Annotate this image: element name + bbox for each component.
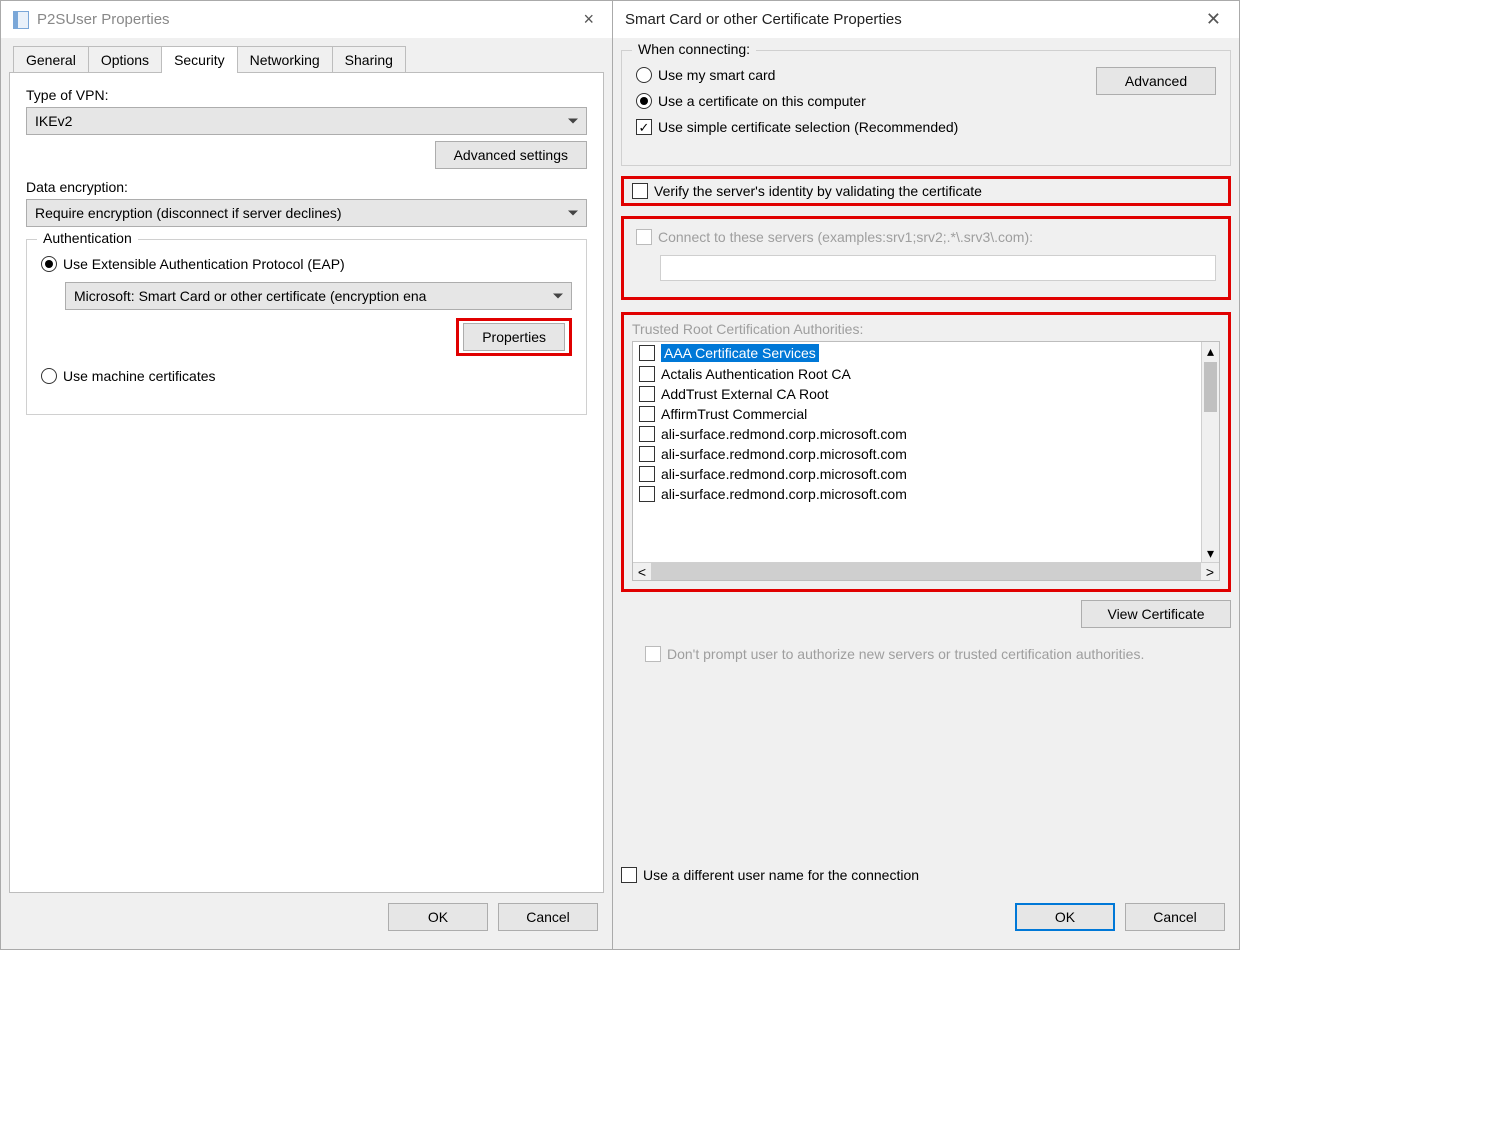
eap-method-select[interactable]: Microsoft: Smart Card or other certifica… xyxy=(65,282,572,310)
scrollbar-vertical[interactable]: ▴ ▾ xyxy=(1201,342,1219,562)
simple-selection-label: Use simple certificate selection (Recomm… xyxy=(658,119,958,135)
checkbox-verify-identity[interactable] xyxy=(632,183,648,199)
radio-machine-certificates[interactable] xyxy=(41,368,57,384)
list-item: ali-surface.redmond.corp.microsoft.com xyxy=(633,444,1219,464)
trusted-root-label: Trusted Root Certification Authorities: xyxy=(632,321,863,337)
vpn-type-label: Type of VPN: xyxy=(26,87,587,103)
connect-servers-label: Connect to these servers (examples:srv1;… xyxy=(658,229,1033,245)
advanced-settings-button[interactable]: Advanced settings xyxy=(435,141,587,169)
tab-general[interactable]: General xyxy=(13,46,89,73)
cancel-button[interactable]: Cancel xyxy=(498,903,598,931)
smart-card-label: Use my smart card xyxy=(658,67,775,83)
close-icon[interactable]: × xyxy=(577,9,600,30)
advanced-button[interactable]: Advanced xyxy=(1096,67,1216,95)
dont-prompt-label: Don't prompt user to authorize new serve… xyxy=(667,646,1144,662)
radio-use-certificate[interactable] xyxy=(636,93,652,109)
authentication-legend: Authentication xyxy=(37,230,138,246)
use-certificate-label: Use a certificate on this computer xyxy=(658,93,866,109)
window-title-right: Smart Card or other Certificate Properti… xyxy=(625,11,902,28)
when-connecting-legend: When connecting: xyxy=(632,41,756,57)
list-item: Actalis Authentication Root CA xyxy=(633,364,1219,384)
close-icon[interactable]: ✕ xyxy=(1200,9,1227,30)
view-certificate-button[interactable]: View Certificate xyxy=(1081,600,1231,628)
cancel-button[interactable]: Cancel xyxy=(1125,903,1225,931)
ok-button[interactable]: OK xyxy=(1015,903,1115,931)
checkbox-dont-prompt[interactable] xyxy=(645,646,661,662)
different-username-label: Use a different user name for the connec… xyxy=(643,867,919,883)
checkbox-different-username[interactable] xyxy=(621,867,637,883)
ok-button[interactable]: OK xyxy=(388,903,488,931)
tab-security[interactable]: Security xyxy=(161,46,238,73)
properties-button[interactable]: Properties xyxy=(463,323,565,351)
data-encryption-select[interactable]: Require encryption (disconnect if server… xyxy=(26,199,587,227)
trusted-root-listbox[interactable]: AAA Certificate Services Actalis Authent… xyxy=(632,341,1220,581)
chevron-down-icon xyxy=(568,211,578,216)
list-item: ali-surface.redmond.corp.microsoft.com xyxy=(633,424,1219,444)
machine-certs-label: Use machine certificates xyxy=(63,368,216,384)
window-title-left: P2SUser Properties xyxy=(37,11,170,28)
tab-options[interactable]: Options xyxy=(88,46,162,73)
radio-smart-card[interactable] xyxy=(636,67,652,83)
connect-servers-input[interactable] xyxy=(660,255,1216,281)
chevron-down-icon xyxy=(553,294,563,299)
chevron-down-icon xyxy=(568,119,578,124)
list-item: AddTrust External CA Root xyxy=(633,384,1219,404)
scroll-down-icon: ▾ xyxy=(1202,544,1219,562)
scrollbar-horizontal[interactable]: < > xyxy=(633,562,1219,580)
list-item: AAA Certificate Services xyxy=(633,342,1219,364)
list-item: AffirmTrust Commercial xyxy=(633,404,1219,424)
eap-label: Use Extensible Authentication Protocol (… xyxy=(63,256,345,272)
scroll-up-icon: ▴ xyxy=(1202,342,1219,360)
tab-networking[interactable]: Networking xyxy=(237,46,333,73)
checkbox-simple-selection[interactable] xyxy=(636,119,652,135)
checkbox-connect-servers[interactable] xyxy=(636,229,652,245)
scroll-left-icon: < xyxy=(633,563,651,580)
data-encryption-label: Data encryption: xyxy=(26,179,587,195)
vpn-type-select[interactable]: IKEv2 xyxy=(26,107,587,135)
list-item: ali-surface.redmond.corp.microsoft.com xyxy=(633,484,1219,504)
radio-use-eap[interactable] xyxy=(41,256,57,272)
tab-sharing[interactable]: Sharing xyxy=(332,46,406,73)
scroll-right-icon: > xyxy=(1201,563,1219,580)
verify-identity-label: Verify the server's identity by validati… xyxy=(654,183,982,199)
app-icon xyxy=(13,11,29,29)
list-item: ali-surface.redmond.corp.microsoft.com xyxy=(633,464,1219,484)
